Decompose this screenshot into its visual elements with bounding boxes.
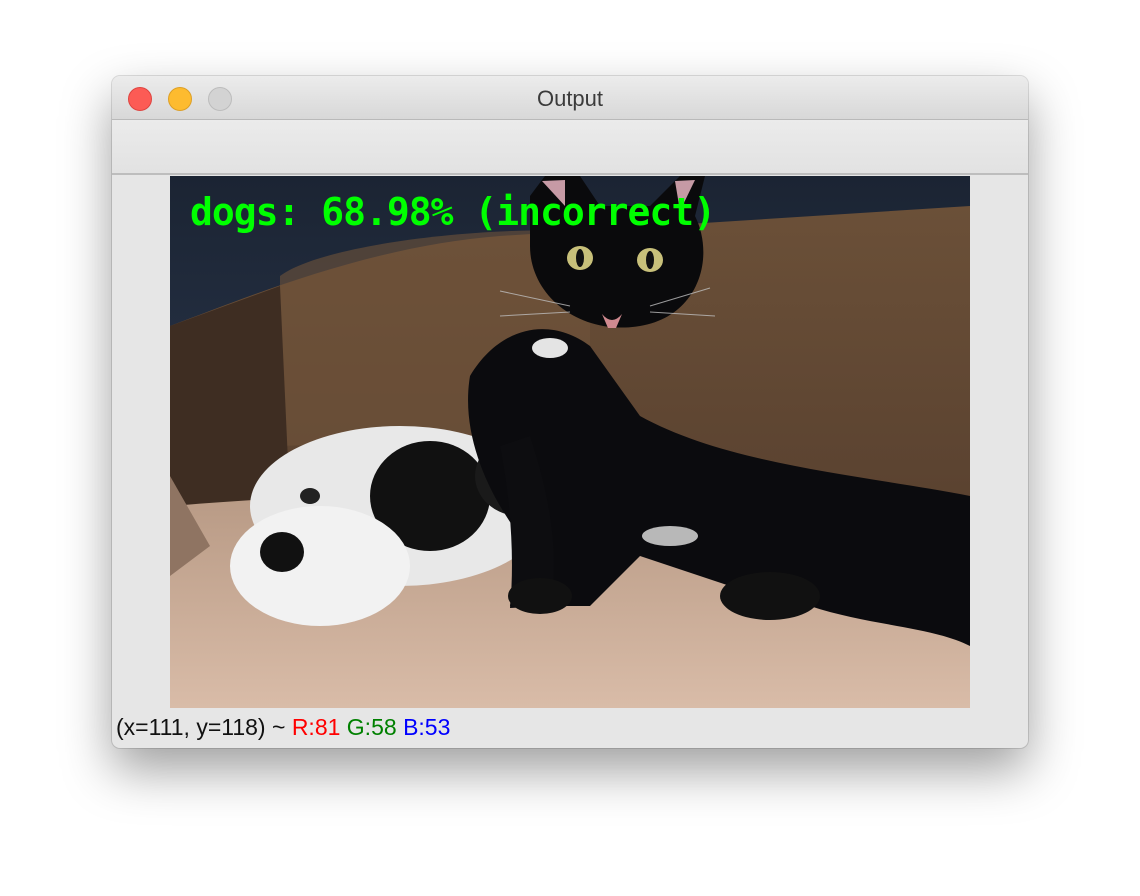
pixel-blue-value: B:53 [403,714,451,740]
output-window: Output dogs: 68.98% (incorrect) (x=111, … [112,76,1028,748]
cat-photo [170,176,970,708]
title-bar[interactable]: Output [112,76,1028,120]
cursor-coordinates: (x=111, y=118) ~ [116,714,286,740]
prediction-label: dogs: 68.98% (incorrect) [190,190,716,234]
toolbar [112,120,1028,175]
pixel-green-value: G:58 [346,714,397,740]
status-bar: (x=111, y=118) ~ R:81 G:58 B:53 [116,712,450,742]
pixel-red-value: R:81 [291,714,341,740]
window-title: Output [536,86,604,111]
image-canvas[interactable]: dogs: 68.98% (incorrect) [170,176,970,708]
